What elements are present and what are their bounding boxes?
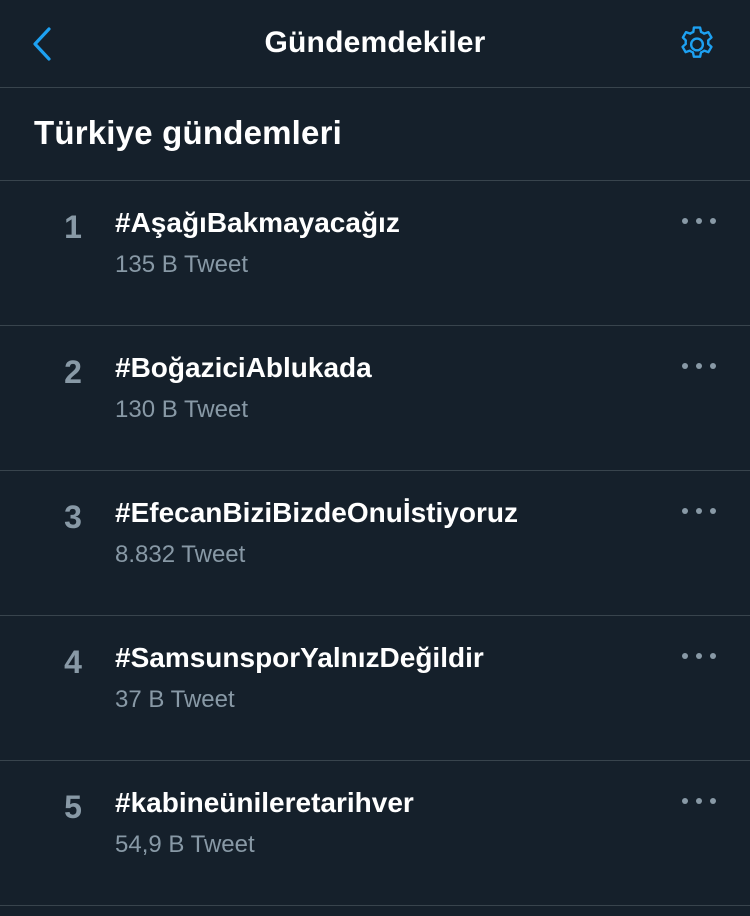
dot (696, 218, 702, 224)
dot (682, 653, 688, 659)
more-options-button[interactable] (682, 501, 716, 521)
dot (710, 363, 716, 369)
dot (696, 653, 702, 659)
more-options-button[interactable] (682, 211, 716, 231)
dot (682, 363, 688, 369)
trend-rank: 4 (64, 644, 82, 680)
trend-rank: 1 (64, 209, 82, 245)
dot (710, 218, 716, 224)
trend-item[interactable]: 4 #SamsunsporYalnızDeğildir 37 B Tweet (0, 616, 750, 761)
gear-icon (681, 26, 713, 58)
trend-rank: 5 (64, 789, 82, 825)
trend-name[interactable]: #EfecanBiziBizdeOnuİstiyoruz (115, 497, 518, 529)
dot (682, 218, 688, 224)
top-bar: Gündemdekiler (0, 0, 750, 88)
more-options-button[interactable] (682, 791, 716, 811)
trend-name[interactable]: #BoğaziciAblukada (115, 352, 372, 384)
trend-rank: 3 (64, 499, 82, 535)
dot (710, 798, 716, 804)
page-title: Gündemdekiler (264, 26, 486, 59)
trend-tweet-count: 135 B Tweet (115, 251, 248, 278)
trend-name[interactable]: #SamsunsporYalnızDeğildir (115, 642, 484, 674)
trend-item[interactable]: 2 #BoğaziciAblukada 130 B Tweet (0, 326, 750, 471)
dot (696, 508, 702, 514)
more-options-button[interactable] (682, 356, 716, 376)
trend-name[interactable]: #kabineünileretarihver (115, 787, 414, 819)
dot (710, 508, 716, 514)
trend-tweet-count: 54,9 B Tweet (115, 831, 255, 858)
trend-item[interactable]: 1 #AşağıBakmayacağız 135 B Tweet (0, 181, 750, 326)
dot (696, 363, 702, 369)
trend-tweet-count: 130 B Tweet (115, 396, 248, 423)
settings-button[interactable] (674, 22, 720, 68)
trend-rank: 2 (64, 354, 82, 390)
more-options-button[interactable] (682, 646, 716, 666)
dot (696, 798, 702, 804)
trend-tweet-count: 8.832 Tweet (115, 541, 246, 568)
dot (682, 798, 688, 804)
section-title: Türkiye gündemleri (34, 114, 343, 151)
dot (710, 653, 716, 659)
trend-name[interactable]: #AşağıBakmayacağız (115, 207, 400, 239)
trend-item[interactable]: 3 #EfecanBiziBizdeOnuİstiyoruz 8.832 Twe… (0, 471, 750, 616)
dot (682, 508, 688, 514)
trend-list: 1 #AşağıBakmayacağız 135 B Tweet 2 #Boğa… (0, 181, 750, 906)
trend-tweet-count: 37 B Tweet (115, 686, 235, 713)
trend-item[interactable]: 5 #kabineünileretarihver 54,9 B Tweet (0, 761, 750, 906)
